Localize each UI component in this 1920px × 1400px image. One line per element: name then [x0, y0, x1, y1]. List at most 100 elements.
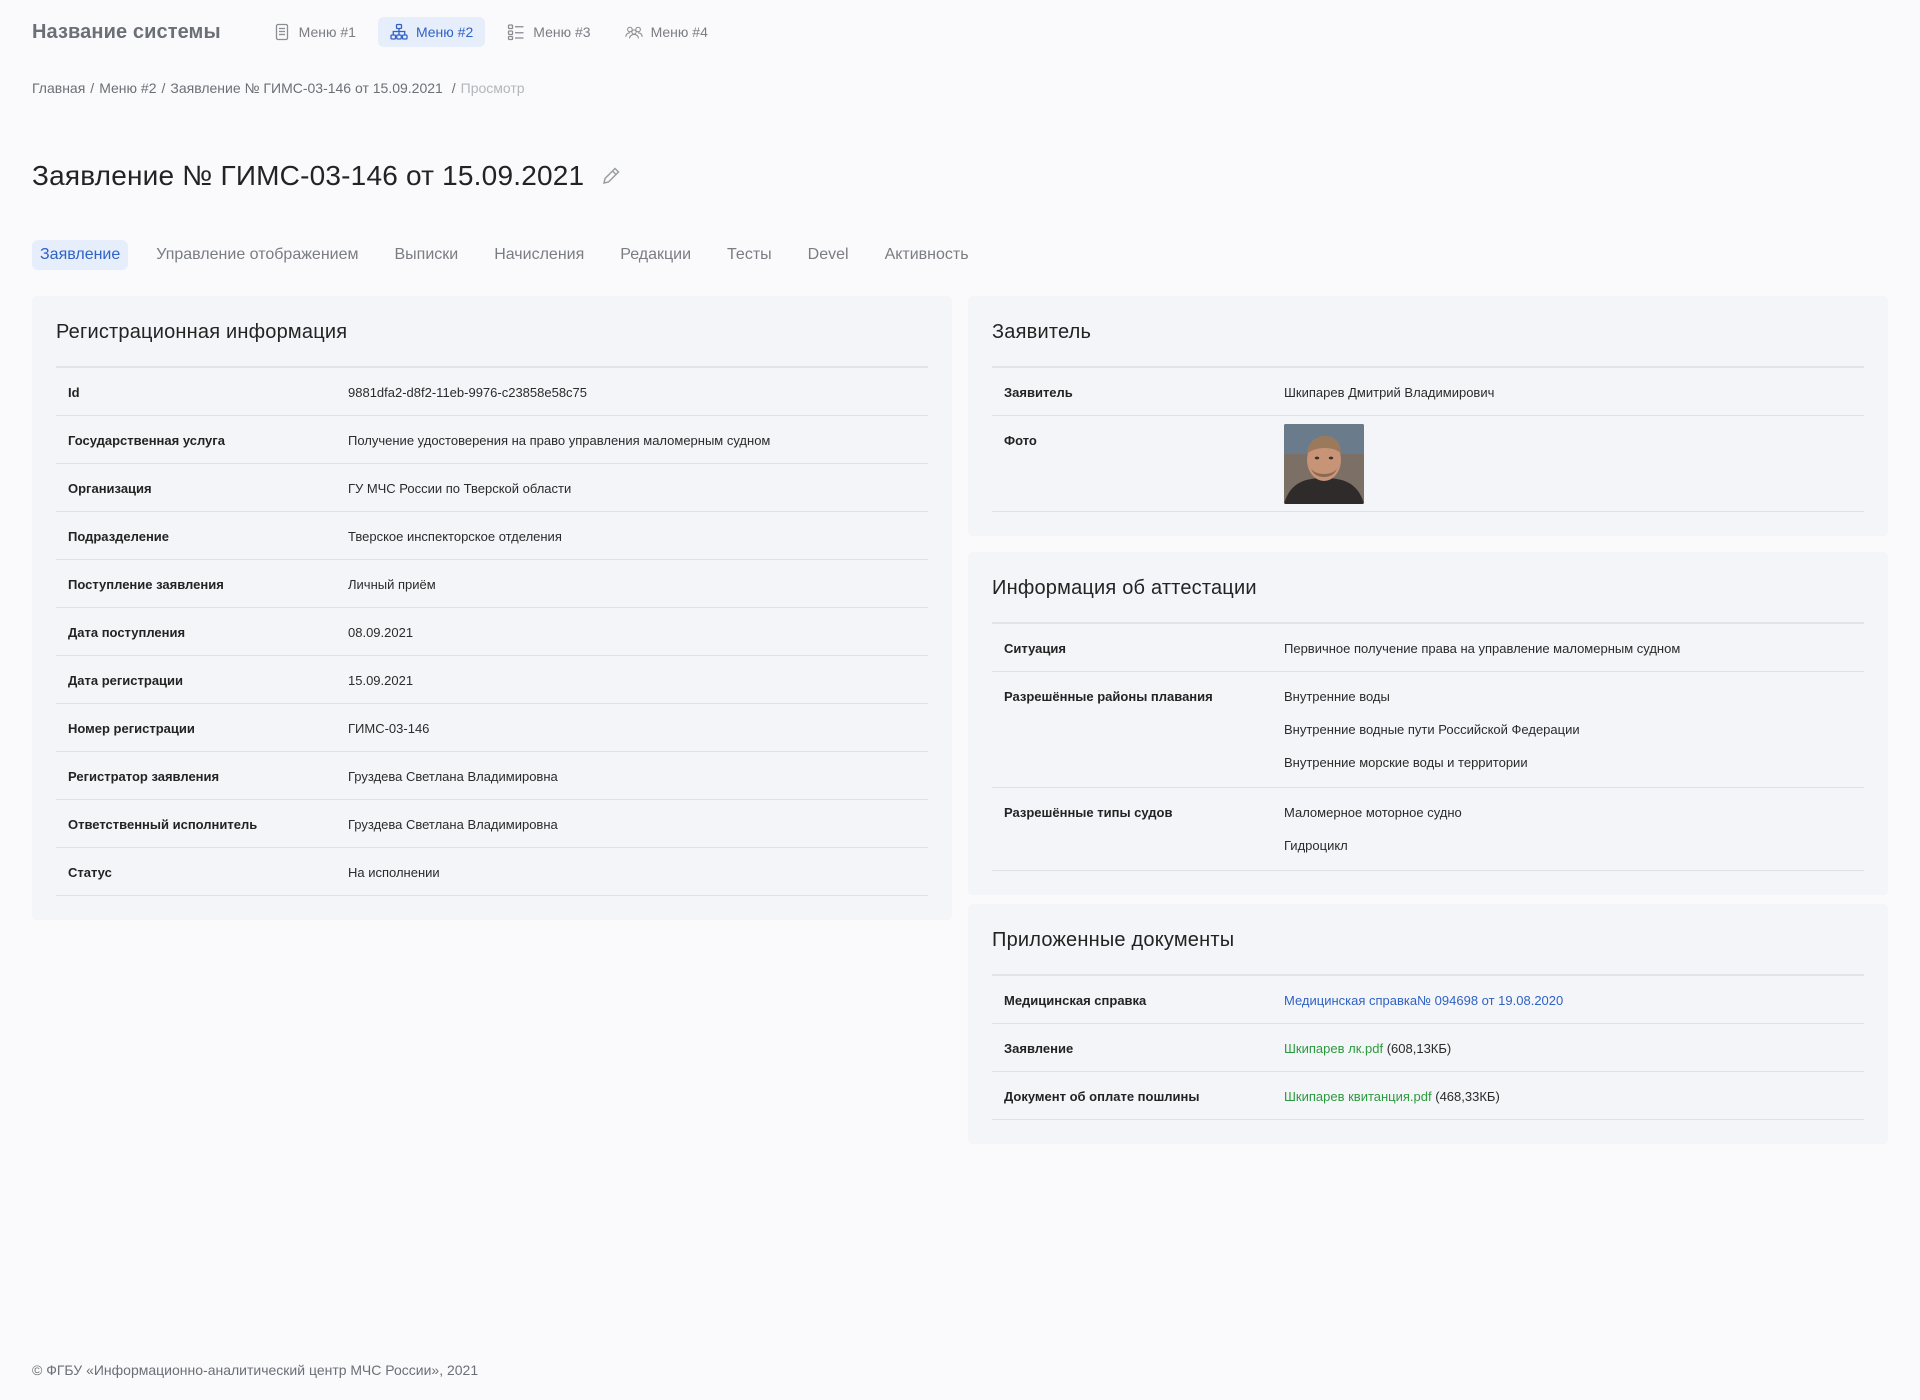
row-value: 15.09.2021 — [348, 673, 414, 688]
row-key: Медицинская справка — [1004, 993, 1147, 1008]
footer-copyright: © ФГБУ «Информационно-аналитический цент… — [32, 1362, 479, 1378]
row-key: Заявитель — [1004, 385, 1073, 400]
row-value: Внутренние воды Внутренние водные пути Р… — [1284, 672, 1580, 770]
row-key: Государственная услуга — [68, 433, 225, 448]
documents-card: Приложенные документы Медицинская справк… — [968, 904, 1888, 1144]
attestation-card: Информация об аттестации Ситуация Первич… — [968, 552, 1888, 895]
info-row: Документ об оплате пошлины Шкипарев квит… — [992, 1072, 1864, 1120]
registration-title: Регистрационная информация — [56, 296, 928, 368]
info-row: Номер регистрации ГИМС-03-146 — [56, 704, 928, 752]
breadcrumb-current: Просмотр — [460, 80, 525, 96]
area-item: Внутренние морские воды и территории — [1284, 755, 1528, 770]
row-value: 08.09.2021 — [348, 625, 414, 640]
applicant-card: Заявитель Заявитель Шкипарев Дмитрий Вла… — [968, 296, 1888, 536]
tab-display-management[interactable]: Управление отображением — [148, 240, 366, 270]
menu-item-3[interactable]: Меню #3 — [495, 17, 602, 47]
row-key: Номер регистрации — [68, 721, 195, 736]
row-value: 9881dfa2-d8f2-11eb-9976-c23858e58c75 — [348, 385, 588, 400]
tab-application[interactable]: Заявление — [32, 240, 129, 270]
area-item: Внутренние водные пути Российской Федера… — [1284, 722, 1580, 737]
row-key: Документ об оплате пошлины — [1004, 1089, 1200, 1104]
application-file-link[interactable]: Шкипарев лк.pdf — [1284, 1041, 1383, 1056]
tab-revisions[interactable]: Редакции — [612, 240, 699, 270]
row-key: Разрешённые типы судов — [1004, 805, 1173, 820]
row-value: Груздева Светлана Владимировна — [348, 769, 558, 784]
row-key: Дата поступления — [68, 625, 186, 640]
registration-card: Регистрационная информация Id 9881dfa2-d8… — [32, 296, 952, 920]
row-value: Шкипарев лк.pdf (608,13КБ) — [1284, 1024, 1451, 1071]
row-value: Шкипарев квитанция.pdf (468,33КБ) — [1284, 1072, 1500, 1119]
row-key: Ситуация — [1004, 641, 1066, 656]
row-key: Подразделение — [68, 529, 170, 544]
app-title[interactable]: Название системы — [32, 21, 221, 44]
info-row: Заявление Шкипарев лк.pdf (608,13КБ) — [992, 1024, 1864, 1072]
menu-item-4[interactable]: Меню #4 — [613, 17, 720, 47]
row-key: Поступление заявления — [68, 577, 224, 592]
medical-certificate-link[interactable]: Медицинская справка№ 094698 от 19.08.202… — [1284, 993, 1563, 1008]
row-key: Регистратор заявления — [68, 769, 220, 784]
tab-activity[interactable]: Активность — [877, 240, 977, 270]
row-value: Получение удостоверения на право управле… — [348, 433, 771, 448]
title-row: Заявление № ГИМС-03-146 от 15.09.2021 — [32, 160, 622, 192]
row-value: Груздева Светлана Владимировна — [348, 817, 558, 832]
breadcrumb-separator: / — [90, 80, 95, 96]
menu-item-1-label: Меню #1 — [298, 24, 356, 40]
tab-tests[interactable]: Тесты — [719, 240, 780, 270]
area-item: Внутренние воды — [1284, 689, 1390, 704]
info-row: Id 9881dfa2-d8f2-11eb-9976-c23858e58c75 — [56, 368, 928, 416]
breadcrumb-menu-2[interactable]: Меню #2 — [99, 80, 156, 96]
applicant-photo[interactable] — [1284, 424, 1364, 504]
row-key: Заявление — [1004, 1041, 1074, 1056]
document-icon — [275, 23, 288, 41]
hierarchy-icon — [390, 23, 408, 40]
row-value: Маломерное моторное судно Гидроцикл — [1284, 788, 1462, 853]
row-value: На исполнении — [348, 865, 440, 880]
breadcrumb-separator: / — [447, 80, 456, 96]
row-key: Фото — [1004, 433, 1037, 448]
row-value: Тверское инспекторское отделения — [348, 529, 562, 544]
info-row: Разрешённые районы плавания Внутренние в… — [992, 672, 1864, 788]
row-value: ГИМС-03-146 — [348, 721, 430, 736]
row-key: Статус — [68, 865, 112, 880]
attestation-title: Информация об аттестации — [992, 552, 1864, 624]
breadcrumb-separator: / — [161, 80, 166, 96]
breadcrumb-home[interactable]: Главная — [32, 80, 85, 96]
list-icon — [508, 24, 524, 41]
info-row: Разрешённые типы судов Маломерное моторн… — [992, 788, 1864, 871]
info-row: Дата поступления 08.09.2021 — [56, 608, 928, 656]
breadcrumb: Главная / Меню #2 / Заявление № ГИМС-03-… — [32, 80, 525, 96]
info-row: Ситуация Первичное получение права на уп… — [992, 624, 1864, 672]
tab-devel[interactable]: Devel — [800, 240, 857, 270]
row-value: ГУ МЧС России по Тверской области — [348, 481, 572, 496]
applicant-name: Шкипарев Дмитрий Владимирович — [1284, 385, 1495, 400]
tabs: Заявление Управление отображением Выписк… — [32, 240, 991, 270]
documents-title: Приложенные документы — [992, 904, 1864, 976]
row-value: Медицинская справка№ 094698 от 19.08.202… — [1284, 976, 1563, 1023]
menu-item-2-label: Меню #2 — [415, 24, 474, 40]
info-row: Статус На исполнении — [56, 848, 928, 896]
menu-item-1[interactable]: Меню #1 — [261, 17, 368, 47]
info-row: Регистратор заявления Груздева Светлана В… — [56, 752, 928, 800]
row-value — [1284, 416, 1364, 511]
info-row: Заявитель Шкипарев Дмитрий Владимирович — [992, 368, 1864, 416]
info-row: Организация ГУ МЧС России по Тверской обл… — [56, 464, 928, 512]
vessel-type-item: Маломерное моторное судно — [1284, 805, 1462, 820]
breadcrumb-application[interactable]: Заявление № ГИМС-03-146 от 15.09.2021 — [170, 80, 442, 96]
payment-file-link[interactable]: Шкипарев квитанция.pdf — [1284, 1089, 1432, 1104]
top-nav: Название системы Меню #1 Меню #2 Меню #3 — [32, 16, 720, 48]
tab-charges[interactable]: Начисления — [486, 240, 592, 270]
menu-item-2[interactable]: Меню #2 — [377, 17, 486, 47]
pencil-icon[interactable] — [600, 165, 622, 187]
row-key: Id — [68, 385, 80, 400]
info-row: Медицинская справка Медицинская справка№… — [992, 976, 1864, 1024]
info-row: Ответственный исполнитель Груздева Светла… — [56, 800, 928, 848]
page-title: Заявление № ГИМС-03-146 от 15.09.2021 — [32, 160, 585, 191]
info-row: Поступление заявления Личный приём — [56, 560, 928, 608]
row-key: Дата регистрации — [68, 673, 184, 688]
tab-extracts[interactable]: Выписки — [386, 240, 466, 270]
info-row: Подразделение Тверское инспекторское отде… — [56, 512, 928, 560]
info-row: Фото — [992, 416, 1864, 512]
menu-item-4-label: Меню #4 — [650, 24, 708, 40]
row-key: Ответственный исполнитель — [68, 817, 258, 832]
info-row: Государственная услуга Получение удостове… — [56, 416, 928, 464]
